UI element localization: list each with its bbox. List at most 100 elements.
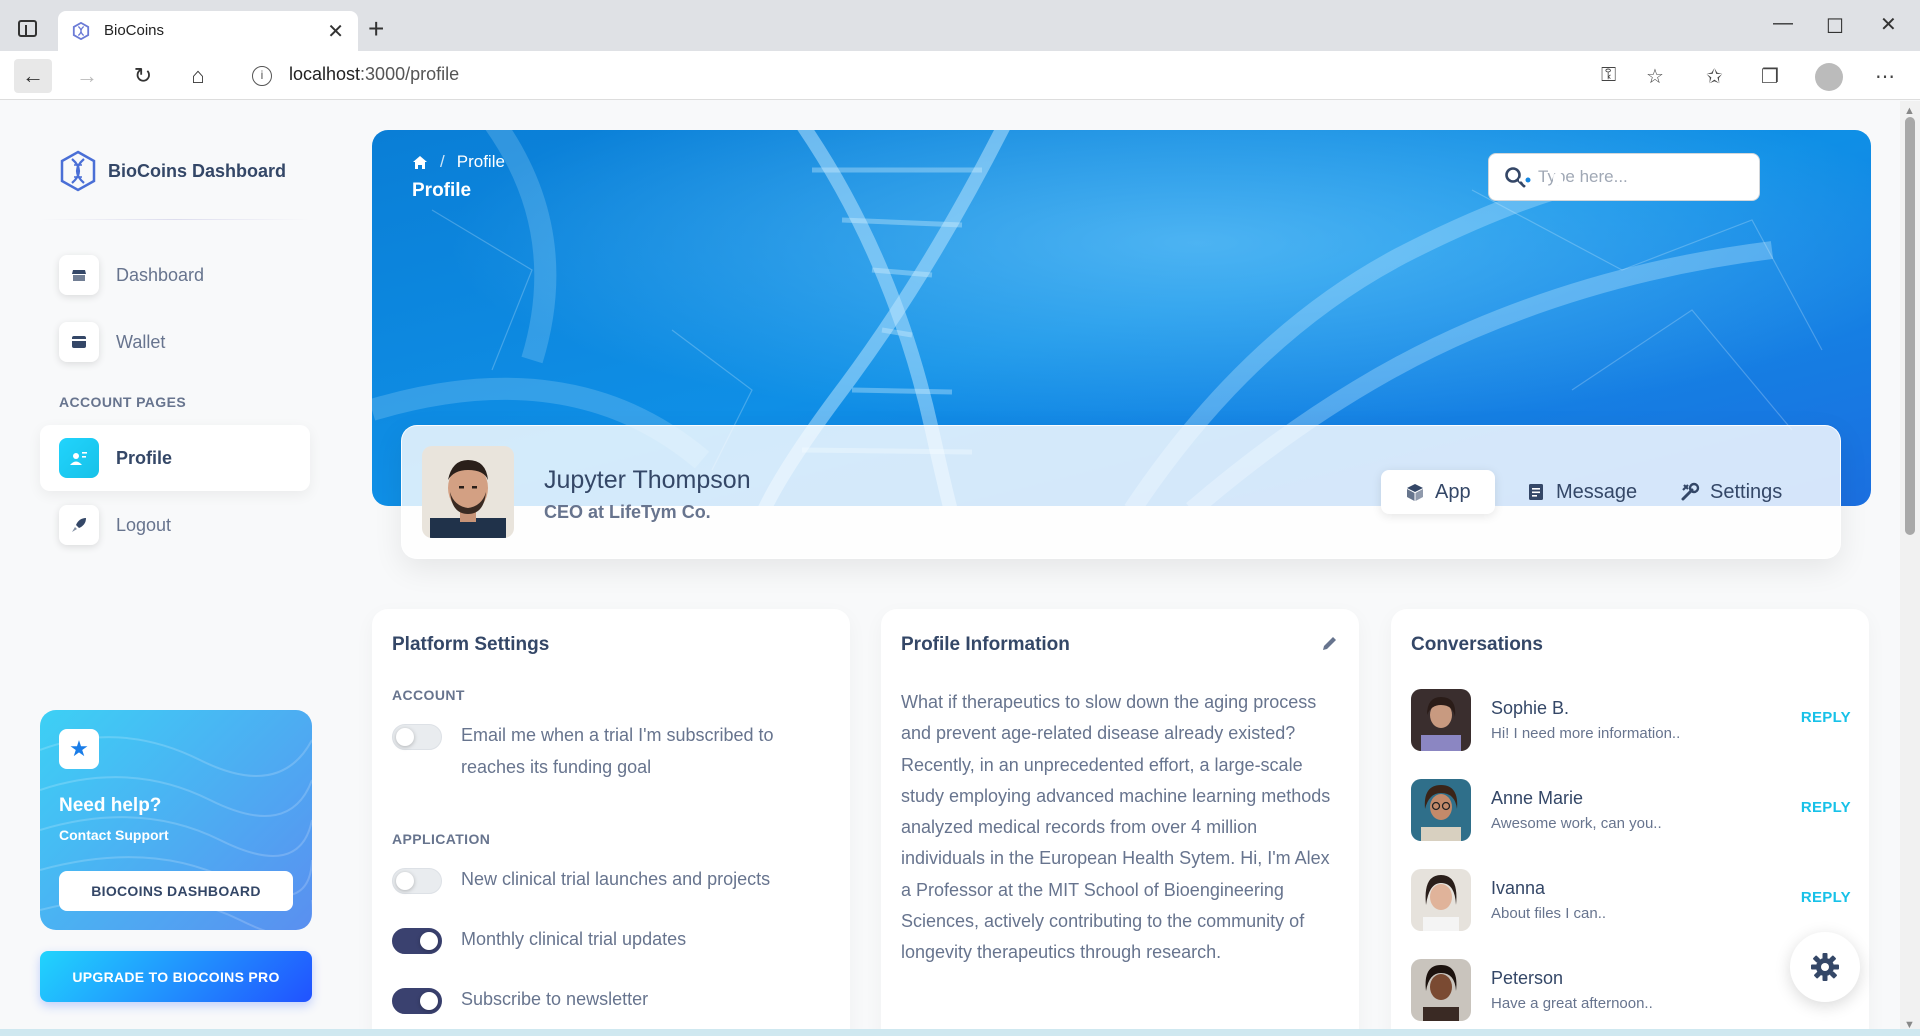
bell-icon[interactable] bbox=[1548, 170, 1568, 190]
tab-actions-icon[interactable] bbox=[18, 20, 37, 37]
credit-card-icon bbox=[59, 322, 99, 362]
profile-card: Jupyter Thompson CEO at LifeTym Co. App … bbox=[401, 425, 1841, 559]
rocket-icon bbox=[59, 505, 99, 545]
bottom-strip bbox=[0, 1029, 1920, 1036]
list-item: Peterson Have a great afternoon.. REPLY bbox=[1411, 959, 1851, 1021]
list-item: Anne Marie Awesome work, can you.. REPLY bbox=[1411, 779, 1851, 841]
sidebar-item-dashboard[interactable]: Dashboard bbox=[40, 242, 310, 308]
browser-tab[interactable]: BioCoins ✕ bbox=[58, 11, 358, 51]
card-title: Conversations bbox=[1411, 634, 1543, 655]
profile-name: Jupyter Thompson bbox=[544, 466, 751, 494]
search-input[interactable] bbox=[1538, 167, 1738, 187]
sidebar-divider bbox=[40, 219, 310, 220]
collections-icon[interactable]: ❐ bbox=[1761, 64, 1779, 89]
close-tab-icon[interactable]: ✕ bbox=[327, 19, 344, 44]
toggle-monthly-updates[interactable] bbox=[392, 928, 442, 954]
tab-app[interactable]: App bbox=[1381, 470, 1495, 514]
tools-icon bbox=[1681, 482, 1700, 501]
reply-button[interactable]: REPLY bbox=[1801, 889, 1851, 906]
back-icon[interactable]: ← bbox=[14, 59, 52, 93]
tab-label: Message bbox=[1556, 480, 1638, 503]
conversation-message: Hi! I need more information.. bbox=[1491, 725, 1681, 742]
star-icon: ★ bbox=[59, 729, 99, 769]
add-favorite-icon[interactable]: ☆ bbox=[1646, 64, 1664, 89]
home-icon[interactable]: ⌂ bbox=[179, 59, 217, 93]
more-menu-icon[interactable]: ⋯ bbox=[1875, 64, 1895, 89]
setting-label: Subscribe to newsletter bbox=[461, 989, 649, 1009]
sidebar-item-wallet[interactable]: Wallet bbox=[40, 309, 310, 375]
help-title: Need help? bbox=[59, 795, 162, 816]
favorites-icon[interactable]: ✩ bbox=[1706, 64, 1723, 89]
conversation-name: Sophie B. bbox=[1491, 698, 1570, 718]
sidebar-brand[interactable]: BioCoins Dashboard bbox=[58, 150, 286, 192]
conversation-message: Awesome work, can you.. bbox=[1491, 815, 1662, 832]
document-icon bbox=[1529, 484, 1543, 500]
browser-addressbar: ← → ↻ ⌂ i localhost:3000/profile ⚿ ☆ ✩ ❐… bbox=[0, 51, 1920, 100]
key-icon[interactable]: ⚿ bbox=[1601, 64, 1616, 87]
settings-section-account: ACCOUNT bbox=[392, 687, 465, 703]
sidebar-item-label: Logout bbox=[116, 514, 172, 535]
shop-icon bbox=[59, 255, 99, 295]
list-item: Ivanna About files I can.. REPLY bbox=[1411, 869, 1851, 931]
new-tab-icon[interactable]: + bbox=[368, 13, 384, 45]
scrollbar-thumb[interactable] bbox=[1905, 117, 1915, 535]
setting-label: Monthly clinical trial updates bbox=[461, 929, 687, 949]
avatar bbox=[1411, 689, 1471, 751]
browser-profile-avatar[interactable] bbox=[1815, 63, 1843, 91]
card-title: Platform Settings bbox=[392, 634, 550, 655]
maximize-icon[interactable]: ☐ bbox=[1826, 14, 1844, 39]
reply-button[interactable]: REPLY bbox=[1801, 799, 1851, 816]
sidebar-item-label: Profile bbox=[116, 447, 173, 468]
setting-label: New clinical trial launches and projects bbox=[461, 869, 771, 889]
avatar bbox=[422, 446, 514, 538]
biocoins-dashboard-button[interactable]: BIOCOINS DASHBOARD bbox=[59, 871, 293, 911]
settings-section-application: APPLICATION bbox=[392, 831, 491, 847]
reload-icon[interactable]: ↻ bbox=[124, 59, 162, 93]
gear-icon[interactable] bbox=[1518, 170, 1538, 190]
url-path: :3000/profile bbox=[360, 64, 460, 84]
tab-settings[interactable]: Settings bbox=[1656, 470, 1806, 514]
url-host: localhost bbox=[289, 64, 361, 84]
help-card: ★ Need help? Contact Support BIOCOINS DA… bbox=[40, 710, 312, 930]
reply-button[interactable]: REPLY bbox=[1801, 709, 1851, 726]
sidebar-item-logout[interactable]: Logout bbox=[40, 492, 310, 558]
sidebar-item-label: Wallet bbox=[116, 331, 166, 352]
page: BioCoins Dashboard Dashboard Wallet ACCO… bbox=[0, 101, 1900, 1036]
brand-name: BioCoins Dashboard bbox=[108, 160, 287, 181]
help-subtitle: Contact Support bbox=[59, 827, 169, 843]
card-title: Profile Information bbox=[901, 634, 1070, 655]
sidebar-item-label: Dashboard bbox=[116, 264, 205, 285]
page-title: Profile bbox=[412, 180, 472, 201]
upgrade-button[interactable]: UPGRADE TO BIOCOINS PRO bbox=[40, 951, 312, 1002]
breadcrumb-current: Profile bbox=[456, 152, 505, 171]
conversation-message: About files I can.. bbox=[1491, 905, 1607, 922]
gear-icon bbox=[1811, 953, 1839, 981]
conversation-message: Have a great afternoon.. bbox=[1491, 995, 1653, 1012]
profile-role: CEO at LifeTym Co. bbox=[544, 502, 711, 522]
pencil-icon[interactable] bbox=[1321, 634, 1339, 652]
url-field[interactable]: localhost:3000/profile bbox=[289, 64, 459, 85]
conversation-name: Ivanna bbox=[1491, 878, 1546, 898]
breadcrumb: / Profile bbox=[412, 152, 505, 172]
avatar bbox=[1411, 869, 1471, 931]
tab-label: Settings bbox=[1710, 480, 1783, 503]
breadcrumb-separator: / bbox=[440, 152, 445, 171]
home-icon[interactable] bbox=[412, 155, 428, 170]
toggle-email-funding-goal[interactable] bbox=[392, 724, 442, 750]
site-info-icon[interactable]: i bbox=[252, 66, 272, 86]
platform-settings-card: Platform Settings ACCOUNT Email me when … bbox=[372, 609, 850, 1036]
biocoins-favicon-icon bbox=[72, 22, 90, 40]
sidebar-item-profile[interactable]: Profile bbox=[40, 425, 310, 491]
forward-icon[interactable]: → bbox=[68, 59, 106, 93]
close-window-icon[interactable]: ✕ bbox=[1880, 12, 1897, 37]
tab-title: BioCoins bbox=[104, 22, 165, 39]
configurator-button[interactable] bbox=[1790, 932, 1860, 1002]
profile-information-card: Profile Information What if therapeutics… bbox=[881, 609, 1359, 1036]
profile-bio: What if therapeutics to slow down the ag… bbox=[901, 692, 1331, 963]
tab-message[interactable]: Message bbox=[1502, 470, 1661, 514]
minimize-icon[interactable]: — bbox=[1773, 12, 1793, 35]
scroll-up-icon[interactable]: ▲ bbox=[1904, 105, 1915, 117]
page-scrollbar[interactable]: ▲ ▼ bbox=[1900, 101, 1920, 1036]
toggle-new-trial-launches[interactable] bbox=[392, 868, 442, 894]
toggle-newsletter[interactable] bbox=[392, 988, 442, 1014]
